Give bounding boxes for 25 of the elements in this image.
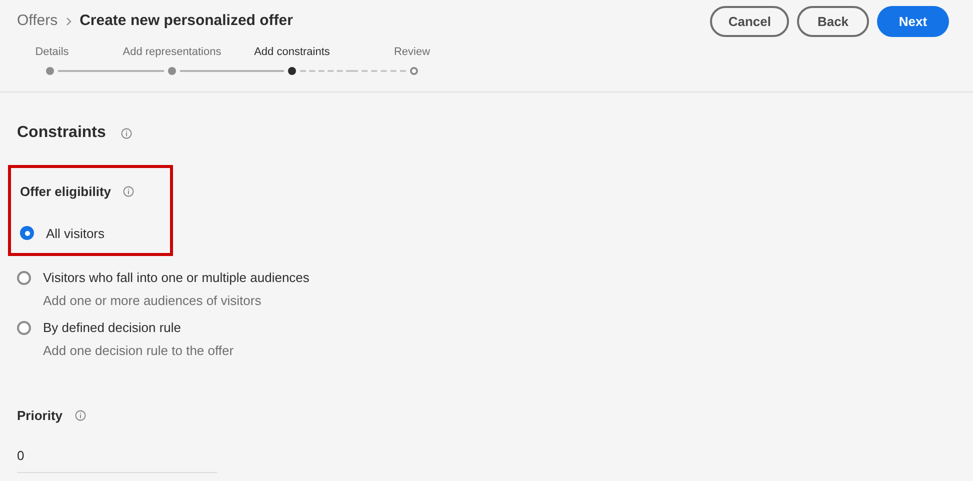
next-button[interactable]: Next [877,6,949,37]
nav-button[interactable]: Cancel [710,6,789,37]
step-label[interactable]: Review [394,44,430,60]
priority-field[interactable]: 0 [17,446,217,473]
option-label[interactable]: All visitors [46,224,105,243]
eligibility-heading: Offer eligibility [20,183,112,201]
option-description: Add one decision rule to the offer [43,342,235,360]
radio-button[interactable] [17,320,31,335]
info-icon [123,186,134,198]
option-label[interactable]: By defined decision rule [43,318,182,338]
page-title: Create new personalized offer [80,11,293,32]
section-title: Constraints [17,123,106,143]
breadcrumb-link[interactable]: Offers [17,10,58,33]
option-description: Add one or more audiences of visitors [43,292,262,310]
step-label[interactable]: Add representations [122,44,222,60]
radio-button[interactable] [20,226,34,240]
info-icon [120,128,132,138]
step-label[interactable]: Add constraints [254,44,330,60]
nav-button[interactable]: Back [797,6,869,37]
chevron-right-icon [66,17,72,26]
radio-button[interactable] [17,270,31,285]
info-icon [74,410,86,422]
priority-label: Priority [17,407,63,425]
step-label[interactable]: Details [35,44,69,60]
option-label[interactable]: Visitors who fall into one or multiple audiences [43,268,310,288]
